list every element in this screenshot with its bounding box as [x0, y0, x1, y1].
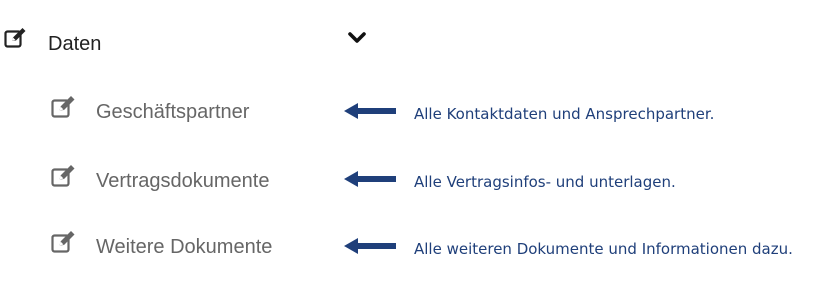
- menu-item-weitere-dokumente[interactable]: Weitere Dokumente: [96, 236, 272, 259]
- edit-icon: [51, 231, 75, 253]
- chevron-down-icon[interactable]: [347, 31, 367, 45]
- menu-item-daten-label: Daten: [48, 33, 102, 55]
- edit-icon: [4, 28, 26, 48]
- edit-icon: [51, 165, 75, 187]
- annotation-weitere-dokumente: Alle weiteren Dokumente und Informatione…: [414, 240, 793, 258]
- menu-item-vertragsdokumente[interactable]: Vertragsdokumente: [96, 170, 269, 193]
- arrow-left-icon: [344, 171, 396, 187]
- arrow-left-icon: [344, 238, 396, 254]
- menu-item-daten[interactable]: [0, 22, 836, 62]
- annotation-vertragsdokumente: Alle Vertragsinfos- und unterlagen.: [414, 173, 676, 191]
- arrow-left-icon: [344, 103, 396, 119]
- annotation-geschaeftspartner: Alle Kontaktdaten und Ansprechpartner.: [414, 105, 715, 123]
- edit-icon: [51, 96, 75, 118]
- menu-item-geschaeftspartner[interactable]: Geschäftspartner: [96, 101, 249, 124]
